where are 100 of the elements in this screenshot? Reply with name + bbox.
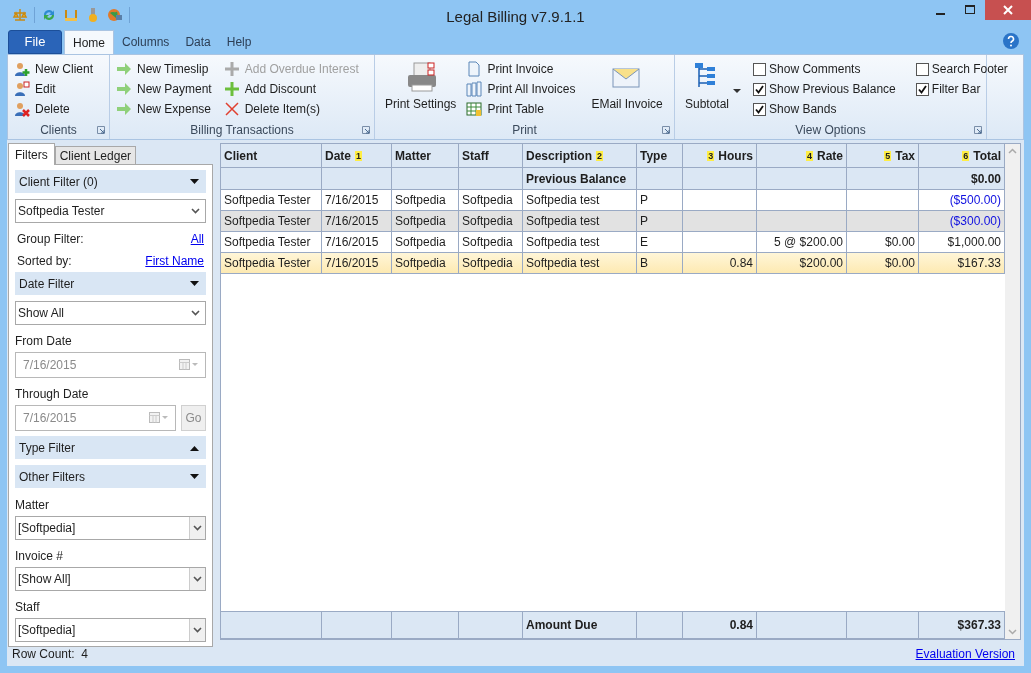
- header-label: Client: [224, 147, 258, 165]
- header-label: Description: [526, 147, 592, 165]
- chevron-down-icon: [191, 208, 200, 214]
- scroll-down-icon: [1008, 629, 1017, 635]
- ribbon-tab[interactable]: Help: [218, 30, 260, 54]
- section-header[interactable]: Type Filter: [15, 436, 206, 459]
- dropdown-field[interactable]: [Softpedia]: [15, 618, 206, 642]
- sort-order-badge: 4: [805, 150, 813, 161]
- ribbon-button[interactable]: New Timeslip: [116, 61, 212, 77]
- ribbon-button[interactable]: Print All Invoices: [466, 81, 576, 97]
- section-header[interactable]: Date Filter: [15, 272, 206, 295]
- globe-icon: [107, 7, 123, 23]
- section-title: Type Filter: [19, 439, 75, 457]
- ribbon-button[interactable]: New Client: [14, 61, 94, 77]
- section-header[interactable]: Client Filter (0): [15, 170, 206, 193]
- field-label: Matter: [15, 496, 50, 514]
- ribbon-button[interactable]: Edit: [14, 81, 94, 97]
- header-label: Total: [973, 147, 1001, 165]
- minimize-icon: [935, 13, 945, 15]
- table-row[interactable]: Softpedia Tester 7/16/2015 Softpedia Softpedia Softpedia test E 5 @ $200.00 $0.00 $1,000.00: [221, 232, 1005, 253]
- calendar-icon: [149, 412, 169, 424]
- group-title: Print: [512, 122, 537, 139]
- link[interactable]: All: [190, 229, 204, 248]
- ribbon-button[interactable]: Delete Item(s): [223, 101, 359, 117]
- checkbox-label: Show Comments: [769, 61, 861, 78]
- header-label: Matter: [395, 147, 431, 165]
- table-row[interactable]: Softpedia Tester 7/16/2015 Softpedia Softpedia Softpedia test B 0.84 $200.00 $0.00 $167.33: [221, 253, 1005, 274]
- sort-order-badge: 5: [884, 150, 892, 161]
- checkbox[interactable]: [915, 82, 929, 96]
- checkbox-label: Search Footer: [931, 61, 1008, 78]
- section-title: Client Filter (0): [19, 173, 98, 191]
- table-cell: 7/16/2015: [322, 253, 392, 274]
- ribbon-tab[interactable]: Home: [64, 30, 114, 54]
- dialog-launcher-icon: [97, 126, 105, 134]
- dropdown-field[interactable]: Show All: [15, 301, 206, 325]
- chevron-down-icon: [193, 627, 202, 633]
- ribbon-button[interactable]: Subtotal: [681, 61, 734, 121]
- header-label: Hours: [718, 147, 753, 165]
- table-row[interactable]: Softpedia Tester 7/16/2015 Softpedia Softpedia Softpedia test P ($300.00): [221, 211, 1005, 232]
- checkbox-label: Show Previous Balance: [769, 81, 896, 98]
- table-cell: Softpedia: [459, 253, 523, 274]
- section-title: Other Filters: [19, 468, 85, 486]
- field-label: Group Filter:: [17, 230, 84, 248]
- checkbox[interactable]: [753, 62, 767, 76]
- arrow-icon: [116, 101, 132, 117]
- scroll-up-icon: [1008, 148, 1017, 154]
- file-menu-button[interactable]: File: [8, 30, 62, 54]
- panel-tab[interactable]: Filters: [8, 143, 55, 165]
- header-label: Date: [325, 147, 351, 165]
- close-button[interactable]: [985, 0, 1031, 20]
- table-cell: Amount Due: [523, 612, 637, 639]
- group-title: View Options: [795, 122, 866, 139]
- field-label: Staff: [15, 598, 41, 616]
- ribbon-button[interactable]: EMail Invoice: [587, 61, 667, 121]
- table-cell: Softpedia: [392, 253, 459, 274]
- ribbon-button[interactable]: Print Table: [466, 101, 576, 117]
- plus-icon: [223, 81, 240, 97]
- evaluation-version-link[interactable]: Evaluation Version: [915, 645, 1015, 663]
- dropdown-field[interactable]: [Softpedia]: [15, 516, 206, 540]
- ribbon-tab[interactable]: Data: [177, 30, 219, 54]
- table-cell: B: [637, 253, 683, 274]
- ribbon-button[interactable]: Add Discount: [223, 81, 359, 97]
- ribbon-button[interactable]: Print Settings: [381, 61, 461, 121]
- dropdown-field[interactable]: [Show All]: [15, 567, 206, 591]
- table-row[interactable]: Softpedia Tester 7/16/2015 Softpedia Softpedia Softpedia test P ($500.00): [221, 190, 1005, 211]
- chevron-down-icon: [191, 310, 200, 316]
- sort-order-badge: 3: [707, 150, 715, 161]
- delete-user-icon: [14, 101, 30, 117]
- checkbox-label: Show Bands: [769, 101, 837, 118]
- section-header[interactable]: Other Filters: [15, 465, 206, 488]
- add-user-icon: [14, 61, 30, 77]
- ribbon-tab[interactable]: Columns: [114, 30, 178, 54]
- link[interactable]: First Name: [145, 251, 204, 270]
- ribbon-button[interactable]: New Payment: [116, 81, 212, 97]
- checkbox[interactable]: [753, 82, 767, 96]
- dialog-launcher-icon: [974, 126, 982, 134]
- help-icon: [1003, 33, 1019, 49]
- window-title: Legal Billing v7.9.1.1: [446, 7, 585, 27]
- ribbon-button[interactable]: New Expense: [116, 101, 212, 117]
- group-title: Billing Transactions: [190, 122, 294, 139]
- checkbox[interactable]: [915, 62, 929, 76]
- header-label: Tax: [895, 147, 915, 165]
- chevron-down-icon: [193, 576, 202, 582]
- table-cell: 0.84: [683, 253, 757, 274]
- checkbox[interactable]: [753, 102, 767, 116]
- section-title: Date Filter: [19, 275, 75, 293]
- sort-order-badge: 6: [962, 150, 970, 161]
- documents-icon: [466, 81, 483, 97]
- table-cell: Softpedia Tester: [221, 253, 322, 274]
- table-icon: [466, 101, 483, 117]
- chevron-down-icon: [193, 525, 202, 531]
- vertical-scrollbar[interactable]: [1005, 144, 1020, 639]
- dialog-launcher-icon: [662, 126, 670, 134]
- dropdown-field[interactable]: Softpedia Tester: [15, 199, 206, 223]
- ribbon-button[interactable]: Delete: [14, 101, 94, 117]
- ribbon-button[interactable]: Print Invoice: [466, 61, 576, 77]
- field-label: Sorted by:: [17, 252, 72, 270]
- sort-order-badge: 2: [596, 150, 604, 161]
- scales-icon: [12, 7, 28, 23]
- plus-icon: [223, 61, 240, 77]
